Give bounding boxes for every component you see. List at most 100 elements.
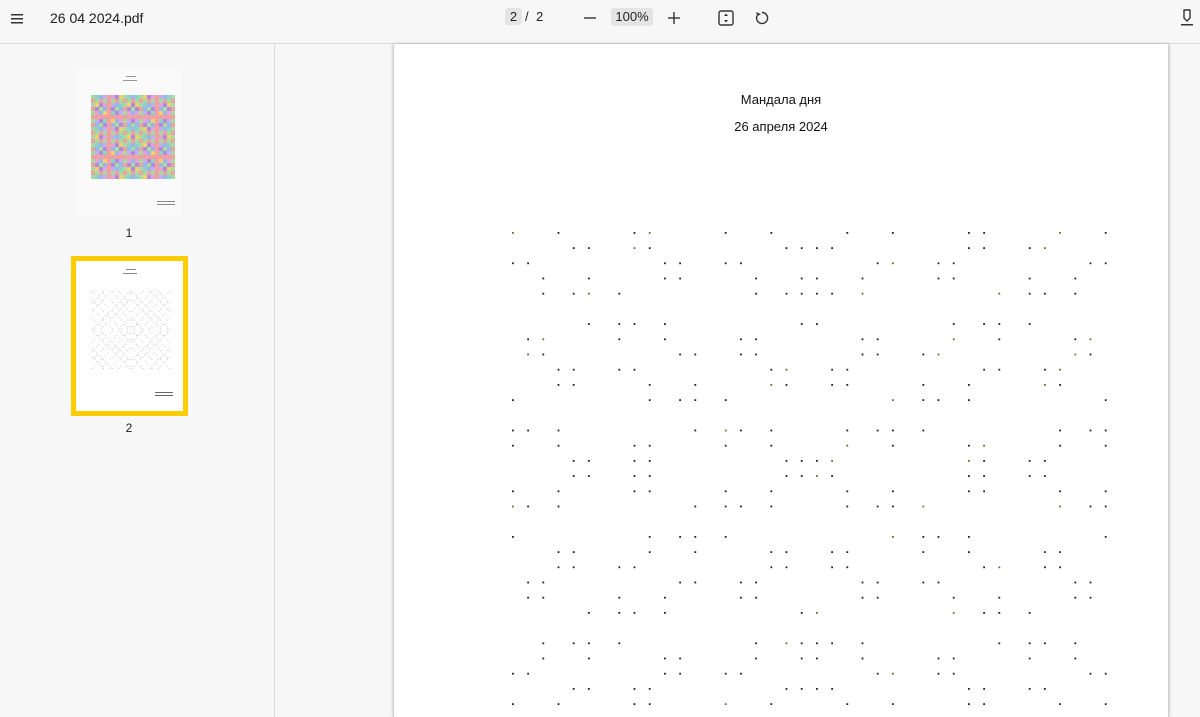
pattern-dot bbox=[770, 490, 773, 493]
pattern-dot bbox=[1044, 247, 1046, 249]
document-viewer[interactable]: Мандала дня 26 апреля 2024 bbox=[275, 44, 1200, 717]
pattern-dot bbox=[1089, 596, 1092, 599]
total-pages: 2 bbox=[536, 9, 544, 24]
pattern-dot bbox=[892, 490, 894, 493]
rotate-button[interactable] bbox=[751, 7, 773, 29]
pattern-dot bbox=[846, 384, 849, 386]
pattern-dot bbox=[648, 490, 651, 493]
pattern-dot bbox=[952, 277, 955, 280]
pattern-dot bbox=[572, 688, 575, 690]
pattern-dot bbox=[1104, 232, 1107, 234]
pattern-dot bbox=[694, 353, 697, 356]
pattern-dot bbox=[922, 551, 925, 553]
thumbnail-1-preview bbox=[91, 76, 175, 205]
pattern-dot bbox=[648, 247, 651, 249]
pattern-dot bbox=[1028, 460, 1031, 462]
pattern-dot bbox=[557, 429, 560, 432]
pattern-dot bbox=[846, 444, 849, 447]
pattern-dot bbox=[876, 581, 879, 584]
pattern-dot bbox=[831, 368, 833, 371]
download-button[interactable] bbox=[1176, 7, 1198, 29]
pattern-dot bbox=[648, 399, 651, 401]
pattern-dot bbox=[983, 612, 985, 614]
pattern-dot bbox=[512, 399, 514, 401]
pattern-dot bbox=[968, 536, 970, 538]
pattern-dot bbox=[512, 672, 514, 675]
pattern-dot bbox=[740, 581, 742, 584]
pattern-dot bbox=[694, 384, 697, 386]
pattern-dot bbox=[618, 566, 621, 569]
current-page-input[interactable]: 2 bbox=[505, 8, 522, 25]
pattern-dot bbox=[1074, 596, 1077, 599]
pattern-dot bbox=[800, 475, 803, 477]
pattern-dot bbox=[1089, 672, 1092, 675]
zoom-level[interactable]: 100% bbox=[611, 8, 653, 26]
pattern-dot bbox=[998, 642, 1001, 645]
pattern-dot bbox=[572, 247, 575, 249]
pattern-dot bbox=[724, 429, 727, 432]
pattern-dot bbox=[831, 384, 833, 386]
pattern-dot bbox=[724, 703, 727, 705]
pattern-dot bbox=[1104, 262, 1107, 265]
pattern-dot bbox=[876, 672, 879, 675]
pattern-dot bbox=[937, 353, 940, 356]
pattern-dot bbox=[876, 262, 879, 265]
pattern-dot bbox=[694, 581, 697, 584]
pattern-dot bbox=[952, 672, 955, 675]
pattern-dot bbox=[785, 384, 788, 386]
pattern-dot bbox=[724, 399, 727, 401]
pattern-dot bbox=[1104, 399, 1107, 401]
pattern-dot bbox=[648, 384, 651, 386]
pattern-dot bbox=[922, 581, 925, 584]
menu-icon[interactable] bbox=[6, 8, 28, 30]
pattern-dot bbox=[664, 277, 666, 280]
pattern-dot bbox=[740, 672, 742, 675]
pattern-dot bbox=[664, 338, 666, 341]
pattern-dot bbox=[800, 247, 803, 249]
pattern-dot bbox=[572, 368, 575, 371]
pattern-dot bbox=[679, 672, 681, 675]
pattern-dot bbox=[512, 703, 514, 705]
pattern-dot bbox=[998, 566, 1001, 569]
pattern-dot bbox=[664, 657, 666, 660]
pattern-dot bbox=[633, 566, 636, 569]
pattern-dot bbox=[1059, 566, 1061, 569]
pattern-dot bbox=[588, 247, 590, 249]
pattern-dot bbox=[800, 688, 803, 690]
pattern-dot bbox=[512, 490, 514, 493]
pattern-dot bbox=[1028, 277, 1031, 280]
pattern-dot bbox=[740, 338, 742, 341]
pattern-dot bbox=[588, 460, 590, 462]
pattern-dot bbox=[527, 596, 529, 599]
pattern-dot bbox=[648, 703, 651, 705]
zoom-in-button[interactable] bbox=[663, 7, 685, 29]
page-separator: / bbox=[525, 9, 529, 24]
pattern-dot bbox=[876, 505, 879, 508]
thumbnail-page-1[interactable] bbox=[77, 68, 181, 216]
pattern-dot bbox=[1028, 688, 1031, 690]
pattern-dot bbox=[876, 353, 879, 356]
pattern-dot bbox=[527, 429, 529, 432]
pattern-dot bbox=[1028, 657, 1031, 660]
pattern-dot bbox=[633, 612, 636, 614]
pattern-dot bbox=[542, 353, 545, 356]
pattern-dot bbox=[740, 505, 742, 508]
pattern-dot bbox=[968, 460, 970, 462]
pattern-dot bbox=[694, 429, 697, 432]
zoom-out-button[interactable] bbox=[579, 7, 601, 29]
thumbnail-page-2-selected[interactable] bbox=[71, 256, 188, 416]
pattern-dot bbox=[800, 642, 803, 645]
pattern-dot bbox=[542, 596, 545, 599]
pattern-dot bbox=[557, 505, 560, 508]
pattern-dot bbox=[724, 505, 727, 508]
pattern-dot bbox=[740, 353, 742, 356]
pattern-dot bbox=[1044, 384, 1046, 386]
pattern-dot bbox=[876, 429, 879, 432]
pattern-dot bbox=[983, 444, 985, 447]
pattern-dot bbox=[770, 505, 773, 508]
pattern-dot bbox=[557, 703, 560, 705]
pattern-dot bbox=[816, 323, 818, 325]
pattern-dot bbox=[588, 475, 590, 477]
pattern-dot bbox=[1074, 338, 1077, 341]
fit-page-button[interactable] bbox=[715, 7, 737, 29]
